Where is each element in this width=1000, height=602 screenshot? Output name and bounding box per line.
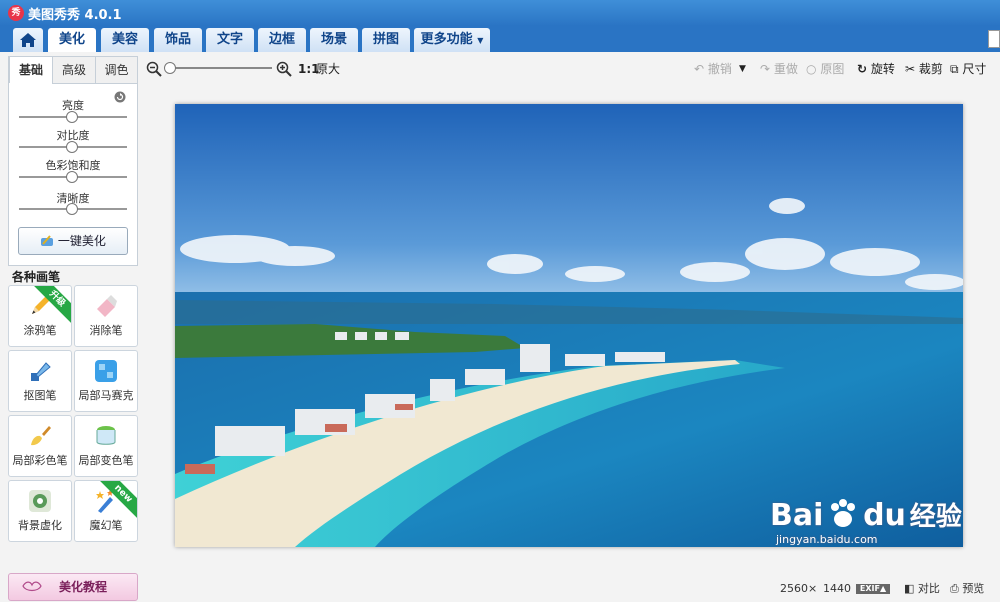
size-button[interactable]: ⧉ 尺寸: [950, 61, 986, 77]
undo-label: 撤销: [707, 62, 732, 76]
crop-button[interactable]: ✂ 裁剪: [905, 61, 943, 77]
zoom-in-icon[interactable]: [276, 61, 292, 77]
tab-text[interactable]: 文字: [206, 28, 254, 52]
original-image-label: 原图: [820, 62, 845, 76]
preview-label: 预览: [962, 582, 985, 595]
tab-accessories[interactable]: 饰品: [154, 28, 202, 52]
brightness-knob[interactable]: [66, 111, 78, 123]
eraser-icon: [97, 295, 117, 317]
background-blur-label: 背景虚化: [18, 519, 62, 532]
subtab-basic[interactable]: 基础: [9, 57, 53, 83]
app-title: 美图秀秀 4.0.1: [28, 8, 122, 23]
rotate-label: 旋转: [870, 62, 895, 76]
home-tab[interactable]: [13, 28, 43, 52]
tab-collage[interactable]: 拼图: [362, 28, 410, 52]
blur-icon: [29, 490, 51, 512]
color-brush-label: 局部彩色笔: [12, 454, 68, 467]
chevron-down-icon: ▼: [739, 64, 746, 74]
magic-brush-tool[interactable]: 魔幻笔 new: [74, 480, 138, 542]
resize-icon: ⧉: [950, 62, 959, 76]
color-brush-tool[interactable]: 局部彩色笔: [8, 415, 72, 477]
hand-icon: [22, 581, 42, 592]
paw-icon: [831, 499, 856, 527]
photo-canvas[interactable]: [175, 104, 963, 547]
rotate-button[interactable]: ↻ 旋转: [857, 61, 895, 77]
main-nav: 美化 美容 饰品 文字 边框 场景 拼图 更多功能 ▼: [0, 26, 1000, 52]
paint-bucket-icon: [96, 426, 116, 445]
circle-icon: ○: [806, 62, 817, 76]
mosaic-brush-tool[interactable]: 局部马赛克: [74, 350, 138, 412]
baidu-watermark: Bai du 经验 jingyan.baidu.com: [770, 496, 962, 546]
original-image-button[interactable]: ○ 原图: [806, 61, 844, 77]
tab-more-label: 更多功能: [420, 32, 473, 47]
watermark-brand: Bai: [770, 498, 824, 533]
preview-icon: ⎙: [950, 582, 959, 595]
undo-icon: ↶: [694, 62, 705, 76]
tab-border[interactable]: 边框: [258, 28, 306, 52]
eraser-brush-label: 消除笔: [89, 324, 123, 337]
preview-button[interactable]: ⎙ 预览: [950, 582, 984, 596]
mosaic-icon: [95, 360, 117, 382]
redo-label: 重做: [773, 62, 798, 76]
saturation-knob[interactable]: [66, 171, 78, 183]
home-icon: [20, 33, 36, 47]
chevron-down-icon: ▼: [477, 36, 484, 45]
zoom-slider[interactable]: [168, 67, 272, 69]
subtab-advanced[interactable]: 高级: [52, 57, 96, 84]
redo-icon: ↷: [760, 62, 771, 76]
scissors-icon: ✂: [905, 62, 916, 76]
pen-nib-icon: [31, 362, 51, 381]
redo-button[interactable]: ↷ 重做: [760, 61, 798, 77]
title-bar: 秀 美图秀秀 4.0.1: [0, 0, 1000, 26]
image-height: 1440: [823, 582, 851, 595]
recolor-brush-tool[interactable]: 局部变色笔: [74, 415, 138, 477]
crop-label: 裁剪: [918, 62, 943, 76]
undo-button[interactable]: ↶ 撤销: [694, 61, 732, 77]
mosaic-brush-label: 局部马赛克: [78, 389, 134, 402]
magic-palette-icon: [41, 235, 54, 246]
recolor-brush-label: 局部变色笔: [78, 454, 134, 467]
one-click-label: 一键美化: [57, 234, 106, 248]
magic-brush-label: 魔幻笔: [89, 519, 123, 532]
one-click-beautify-button[interactable]: 一键美化: [18, 227, 128, 255]
image-width: 2560: [780, 582, 808, 595]
doodle-brush-label: 涂鸦笔: [23, 324, 57, 337]
adjust-panel: 基础 高级 调色 亮度 对比度 色彩饱和度 清晰度 一键美化: [8, 56, 138, 266]
watermark-text: 经验: [909, 502, 962, 532]
app-logo-icon: 秀: [8, 5, 24, 21]
tab-beautify[interactable]: 美化: [48, 28, 96, 52]
rotate-icon: ↻: [857, 62, 868, 76]
tab-face[interactable]: 美容: [101, 28, 149, 52]
photo-image: [175, 104, 963, 547]
watermark-url: jingyan.baidu.com: [776, 533, 878, 546]
undo-history-dropdown[interactable]: ▼: [739, 61, 746, 77]
doodle-brush-tool[interactable]: 涂鸦笔 升级: [8, 285, 72, 347]
tab-scene[interactable]: 场景: [310, 28, 358, 52]
subtab-color[interactable]: 调色: [95, 57, 138, 84]
exif-button[interactable]: EXIF▲: [856, 584, 890, 594]
zoom-knob[interactable]: [164, 62, 176, 74]
cutout-brush-tool[interactable]: 抠图笔: [8, 350, 72, 412]
paint-brush-icon: [31, 426, 51, 446]
cutout-brush-label: 抠图笔: [23, 389, 57, 402]
contrast-knob[interactable]: [66, 141, 78, 153]
zoom-out-icon[interactable]: [146, 61, 162, 77]
background-blur-tool[interactable]: 背景虚化: [8, 480, 72, 542]
eraser-brush-tool[interactable]: 消除笔: [74, 285, 138, 347]
restore-window-button[interactable]: [988, 30, 1000, 48]
compare-label: 对比: [917, 582, 940, 595]
compare-icon: ◧: [904, 582, 915, 595]
brushes-title: 各种画笔: [12, 270, 61, 284]
compare-button[interactable]: ◧ 对比: [904, 582, 940, 596]
tutorial-label: 美化教程: [58, 580, 107, 594]
watermark-brand-tail: du: [863, 498, 906, 533]
size-label: 尺寸: [962, 62, 987, 76]
dimension-separator: ×: [808, 582, 818, 595]
beautify-tutorial-button[interactable]: 美化教程: [8, 573, 138, 601]
tab-more-features[interactable]: 更多功能 ▼: [414, 28, 490, 52]
sharpness-knob[interactable]: [66, 203, 78, 215]
original-size-button[interactable]: 原大: [316, 61, 340, 77]
